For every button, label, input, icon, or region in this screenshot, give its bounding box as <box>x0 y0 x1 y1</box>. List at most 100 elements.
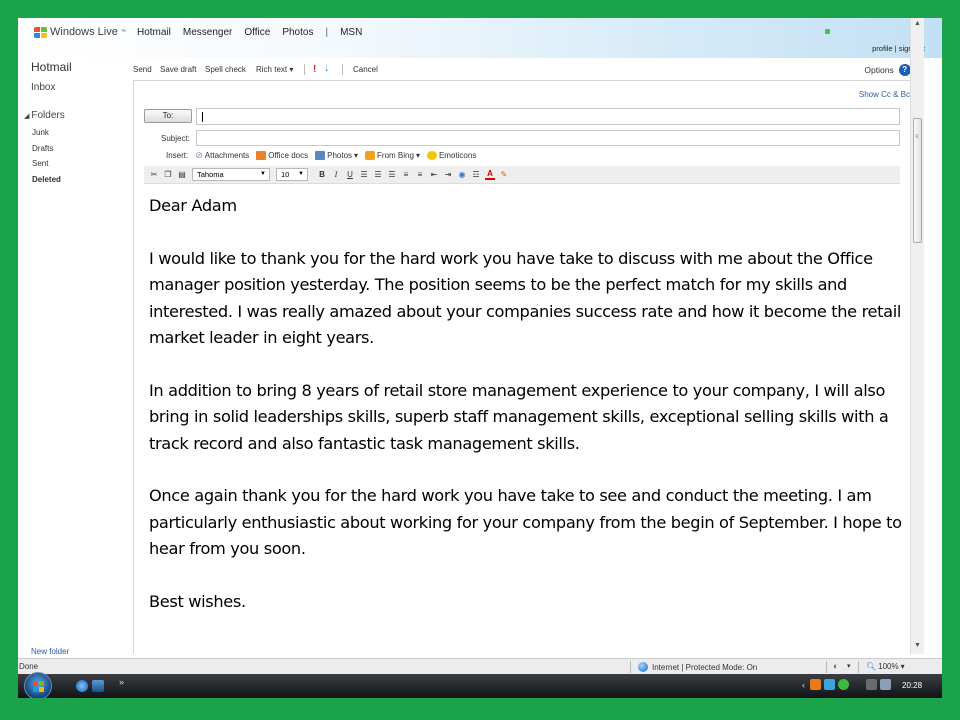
font-size-value: 10 <box>281 170 290 179</box>
insert-emoticons-button[interactable]: Emoticons <box>426 151 476 160</box>
bulleted-list-icon[interactable]: ≡ <box>415 170 425 180</box>
message-body[interactable]: Dear Adam I would like to thank you for … <box>149 193 909 642</box>
windows-live-logo[interactable]: Windows Live ™ <box>34 26 126 38</box>
insert-photos-button[interactable]: Photos ▾ <box>315 151 358 160</box>
high-importance-icon[interactable]: ! <box>313 64 316 75</box>
highlight-icon[interactable]: ✎ <box>499 170 509 180</box>
cut-icon[interactable]: ✂ <box>149 170 159 180</box>
quick-launch-more-icon[interactable]: » <box>119 677 124 687</box>
subject-input[interactable] <box>196 130 900 146</box>
nav-msn[interactable]: MSN <box>340 27 362 38</box>
paste-icon[interactable]: ▤ <box>177 170 187 180</box>
nav-hotmail[interactable]: Hotmail <box>137 27 171 38</box>
compose-panel: Show Cc & Bcc To: Subject: Insert: ⊘ Att… <box>133 80 918 654</box>
start-button[interactable] <box>24 672 52 698</box>
font-family-value: Tahoma <box>197 170 224 179</box>
new-folder-link[interactable]: New folder <box>31 647 69 656</box>
spell-check-button[interactable]: Spell check <box>205 65 246 74</box>
nav-messenger[interactable]: Messenger <box>183 27 232 38</box>
windows-logo-icon <box>33 681 44 692</box>
sidebar-title[interactable]: Hotmail <box>31 60 72 74</box>
sidebar-item-deleted[interactable]: Deleted <box>32 175 61 184</box>
globe-icon <box>638 662 648 672</box>
compose-toolbar: Send Save draft Spell check Rich text ▾ … <box>132 58 922 80</box>
show-cc-bcc-link[interactable]: Show Cc & Bcc <box>859 90 914 99</box>
show-desktop-icon[interactable] <box>92 680 104 692</box>
sidebar-item-drafts[interactable]: Drafts <box>32 144 53 153</box>
sidebar: Hotmail Inbox ◢ Folders Junk Drafts Sent … <box>18 58 132 658</box>
system-tray: ‹ <box>802 679 891 690</box>
sidebar-item-sent[interactable]: Sent <box>32 159 48 168</box>
send-button[interactable]: Send <box>133 65 152 74</box>
font-color-icon[interactable]: A <box>485 169 495 180</box>
font-family-select[interactable]: Tahoma ▼ <box>192 168 270 181</box>
sidebar-item-inbox[interactable]: Inbox <box>31 82 55 93</box>
tray-app-icon[interactable] <box>810 679 821 690</box>
office-docs-label: Office docs <box>268 151 309 160</box>
insert-bar: Insert: ⊘ Attachments Office docs Photos… <box>166 150 476 161</box>
bold-button[interactable]: B <box>317 170 327 180</box>
scroll-down-arrow-icon[interactable]: ▼ <box>914 642 921 649</box>
underline-button[interactable]: U <box>345 170 355 180</box>
internet-explorer-icon[interactable] <box>76 680 88 692</box>
folders-label: Folders <box>31 110 65 121</box>
font-size-select[interactable]: 10 ▼ <box>276 168 308 181</box>
scrollbar-grip-icon: ≡ <box>915 134 919 140</box>
browser-window: Windows Live ™ Hotmail Messenger Office P… <box>18 18 942 698</box>
subject-label: Subject: <box>161 134 190 143</box>
tray-expand-icon[interactable]: ‹ <box>802 680 805 690</box>
cancel-button[interactable]: Cancel <box>353 65 378 74</box>
toolbar-divider <box>304 64 305 75</box>
formatting-toolbar: ✂ ❐ ▤ Tahoma ▼ 10 ▼ B I U ☰ ☰ ☰ ≡ ≡ ⇤ ⇥ ◉ … <box>144 166 900 184</box>
chevron-down-icon[interactable]: ▾ <box>847 662 851 670</box>
body-greeting: Dear Adam <box>149 196 237 215</box>
nav-photos[interactable]: Photos <box>282 27 313 38</box>
volume-icon[interactable] <box>880 679 891 690</box>
insert-office-docs-button[interactable]: Office docs <box>256 151 308 160</box>
nav-office[interactable]: Office <box>244 27 270 38</box>
numbered-list-icon[interactable]: ≡ <box>401 170 411 180</box>
align-right-icon[interactable]: ☰ <box>387 170 397 180</box>
to-button[interactable]: To: <box>144 109 192 123</box>
collapse-triangle-icon[interactable]: ◢ <box>24 113 29 120</box>
insert-attachments-button[interactable]: ⊘ Attachments <box>195 150 249 161</box>
attachments-label: Attachments <box>204 151 250 160</box>
chevron-down-icon: ▾ <box>900 662 905 671</box>
sidebar-item-junk[interactable]: Junk <box>32 128 49 137</box>
bing-icon <box>365 151 376 160</box>
horizontal-rule-icon[interactable]: ☲ <box>471 170 481 180</box>
copy-icon[interactable]: ❐ <box>163 170 173 180</box>
security-zone[interactable]: Internet | Protected Mode: On <box>638 662 757 672</box>
windows-taskbar: » ‹ 20:28 <box>18 672 942 698</box>
insert-from-bing-button[interactable]: From Bing ▾ <box>365 151 420 160</box>
zoom-control[interactable]: 🔍︎ 100% ▾ <box>866 662 905 671</box>
to-input[interactable] <box>196 108 900 125</box>
save-draft-button[interactable]: Save draft <box>160 65 196 74</box>
tray-app-icon[interactable] <box>838 679 849 690</box>
page-scrollbar[interactable]: ▲ ≡ ▼ <box>910 18 924 654</box>
photos-label: Photos <box>327 151 353 160</box>
profile-link[interactable]: profile <box>872 44 892 53</box>
tray-app-icon[interactable] <box>824 679 835 690</box>
align-left-icon[interactable]: ☰ <box>359 170 369 180</box>
profile-separator: | <box>894 44 897 53</box>
brand-trademark: ™ <box>120 29 126 35</box>
online-status-icon <box>825 29 830 34</box>
protected-mode-icon[interactable]: ◐ <box>833 661 838 671</box>
scroll-up-arrow-icon[interactable]: ▲ <box>914 20 921 27</box>
chevron-down-icon: ▼ <box>298 171 304 177</box>
help-icon[interactable]: ? <box>898 64 911 76</box>
italic-button[interactable]: I <box>331 170 341 180</box>
decrease-indent-icon[interactable]: ⇤ <box>429 170 439 180</box>
chevron-down-icon: ▾ <box>354 151 359 160</box>
network-icon[interactable] <box>866 679 877 690</box>
folders-header[interactable]: ◢ Folders <box>24 110 65 121</box>
hyperlink-icon[interactable]: ◉ <box>457 170 467 180</box>
increase-indent-icon[interactable]: ⇥ <box>443 170 453 180</box>
align-center-icon[interactable]: ☰ <box>373 170 383 180</box>
taskbar-clock[interactable]: 20:28 <box>902 681 922 690</box>
low-importance-icon[interactable]: ↓ <box>324 63 329 74</box>
zoom-level: 100% <box>878 662 899 671</box>
rich-text-dropdown[interactable]: Rich text ▾ <box>256 65 293 74</box>
windows-live-header: Windows Live ™ Hotmail Messenger Office P… <box>18 18 942 58</box>
